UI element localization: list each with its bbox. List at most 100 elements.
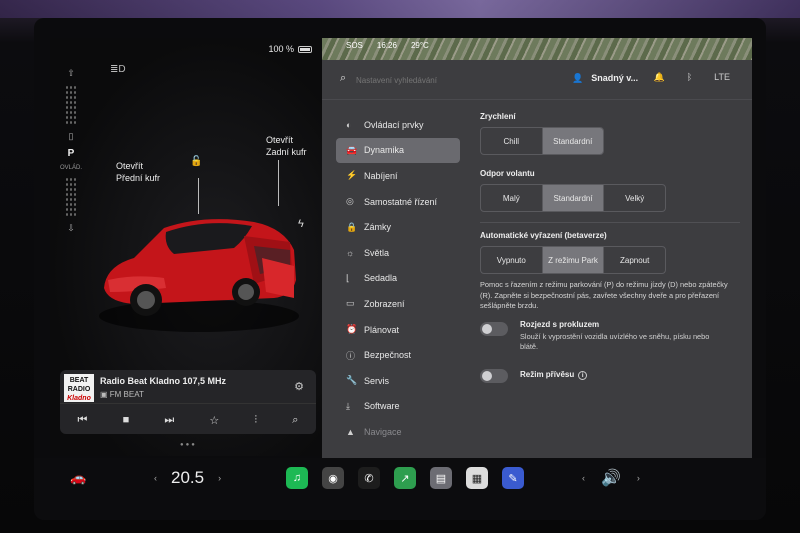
source-label: FM BEAT bbox=[109, 390, 144, 399]
menu-item-10[interactable]: 🔧 Servis bbox=[336, 368, 460, 394]
seat-icon: ⌊ bbox=[346, 272, 350, 283]
ambient-light bbox=[0, 0, 800, 18]
menu-item-label: Plánovat bbox=[364, 324, 400, 335]
temp-down-icon[interactable]: ‹ bbox=[154, 473, 157, 483]
station-logo: BEAT RADIO Kladno bbox=[64, 374, 94, 402]
menu-item-0[interactable]: ◐ Ovládací prvky bbox=[336, 112, 460, 138]
camera-app-icon[interactable]: ◉ bbox=[322, 467, 344, 489]
bluetooth-icon[interactable]: ᛒ bbox=[687, 72, 692, 83]
battery-icon bbox=[298, 45, 312, 53]
download-icon: ⤓ bbox=[346, 400, 350, 411]
media-info: BEAT RADIO Kladno Radio Beat Kladno 107,… bbox=[60, 370, 316, 404]
auto-park-option[interactable]: Z režimu Park bbox=[542, 247, 605, 273]
steering-option[interactable]: Malý bbox=[481, 185, 543, 211]
autopilot-app-icon[interactable]: ✎ bbox=[502, 467, 524, 489]
slip-start-toggle[interactable] bbox=[480, 321, 508, 336]
menu-item-label: Zámky bbox=[364, 222, 391, 233]
safety-icon: ⓘ bbox=[346, 350, 356, 361]
light-icon: ☼ bbox=[346, 247, 355, 258]
auto-park-title: Automatické vyřazení (betaverze) bbox=[480, 231, 607, 240]
menu-item-label: Samostatné řízení bbox=[364, 196, 438, 207]
menu-item-label: Software bbox=[364, 401, 400, 412]
volume-control: ‹ 🔊 › bbox=[582, 468, 640, 488]
lte-signal-icon: LTE bbox=[714, 72, 730, 82]
auto-park-option[interactable]: Vypnuto bbox=[481, 247, 543, 273]
gear-dots bbox=[65, 85, 77, 125]
open-rear-trunk[interactable]: Otevřít Zadní kufr bbox=[266, 134, 307, 158]
acceleration-option[interactable]: Standardní bbox=[542, 128, 603, 154]
menu-item-12[interactable]: ▲ Navigace bbox=[336, 419, 460, 445]
menu-item-8[interactable]: ⏰ Plánovat bbox=[336, 317, 460, 343]
gear-selector[interactable]: ⇧ ▯ P OVLÁD. ⇩ bbox=[60, 68, 82, 258]
settings-panel: SOS 16:26 29°C ⌕ 👤 Snadný v... 🔔 ᛒ LTE ◐ O… bbox=[322, 38, 752, 458]
settings-menu: ◐ Ovládací prvky 🚘 Dynamika ⚡ Nabíjení ◎ Samost… bbox=[336, 112, 460, 445]
menu-item-6[interactable]: ⌊ Sedadla bbox=[336, 266, 460, 292]
touchscreen: 100 % ≣D ⇧ ▯ P OVLÁD. ⇩ Otevřít Přední k… bbox=[34, 18, 766, 520]
stop-icon[interactable]: ■ bbox=[123, 414, 130, 426]
cabin-temperature[interactable]: 20.5 bbox=[171, 468, 204, 488]
settings-search-input[interactable] bbox=[356, 70, 566, 90]
menu-item-4[interactable]: 🔒 Zámky bbox=[336, 214, 460, 240]
station-source: ▣ FM BEAT bbox=[100, 390, 144, 399]
spotify-app-icon[interactable]: ♫ bbox=[286, 467, 308, 489]
toybox-app-icon[interactable]: ▦ bbox=[466, 467, 488, 489]
menu-item-5[interactable]: ☼ Světla bbox=[336, 240, 460, 266]
volume-up-icon[interactable]: › bbox=[637, 473, 640, 483]
media-player[interactable]: BEAT RADIO Kladno Radio Beat Kladno 107,… bbox=[60, 370, 316, 434]
logo-line1: BEAT bbox=[69, 377, 89, 384]
headlight-icon[interactable]: ≣D bbox=[110, 64, 126, 75]
equalizer-icon[interactable]: ⫶ bbox=[254, 414, 257, 427]
menu-item-1[interactable]: 🚘 Dynamika bbox=[336, 137, 460, 164]
steering-wheel-icon: ◎ bbox=[346, 196, 354, 207]
acceleration-option[interactable]: Chill bbox=[481, 128, 543, 154]
info-icon[interactable]: i bbox=[578, 370, 588, 380]
navigation-icon: ▲ bbox=[346, 426, 355, 437]
temp-up-icon[interactable]: › bbox=[218, 473, 221, 483]
menu-item-7[interactable]: ▭ Zobrazení bbox=[336, 291, 460, 317]
gear-sub: OVLÁD. bbox=[60, 165, 83, 171]
trailer-mode-title: Režim přívěsu bbox=[520, 369, 575, 379]
steering-option[interactable]: Velký bbox=[604, 185, 665, 211]
display-icon: ▭ bbox=[346, 298, 355, 309]
dynamics-settings: Zrychlení Chill Standardní Odpor volantu … bbox=[480, 112, 740, 383]
climate-control: ‹ 20.5 › bbox=[154, 468, 221, 488]
menu-item-label: Sedadla bbox=[364, 273, 398, 284]
gear-dots-lower bbox=[65, 177, 77, 217]
auto-park-option[interactable]: Zapnout bbox=[604, 247, 665, 273]
slip-start-description: Slouží k vyprostění vozidla uvízlého ve … bbox=[520, 331, 710, 352]
phone-app-icon[interactable]: ✆ bbox=[358, 467, 380, 489]
speaker-icon[interactable]: 🔊 bbox=[601, 468, 621, 488]
trailer-mode-toggle[interactable] bbox=[480, 368, 508, 383]
acceleration-selector: Chill Standardní bbox=[480, 127, 604, 155]
menu-item-11[interactable]: ⤓ Software bbox=[336, 394, 460, 420]
bell-icon[interactable]: 🔔 bbox=[654, 72, 665, 83]
search-media-icon[interactable]: ⌕ bbox=[292, 414, 298, 427]
wrench-icon: 🔧 bbox=[346, 375, 358, 386]
favorite-icon[interactable]: ☆ bbox=[209, 414, 219, 427]
station-name: Radio Beat Kladno 107,5 MHz bbox=[100, 376, 227, 386]
car-icon[interactable]: 🚗 bbox=[70, 470, 86, 486]
unlock-icon[interactable]: 🔓 bbox=[190, 156, 202, 167]
steering-option[interactable]: Standardní bbox=[542, 185, 605, 211]
radio-settings-icon[interactable]: ⚙ bbox=[294, 380, 304, 393]
volume-down-icon[interactable]: ‹ bbox=[582, 473, 585, 483]
page-indicator: ●●● bbox=[180, 442, 197, 448]
front-trunk-line2: Přední kufr bbox=[116, 173, 161, 183]
logo-line2: RADIO bbox=[67, 386, 91, 393]
auto-park-description: Pomoc s řazením z režimu parkování (P) d… bbox=[480, 280, 728, 310]
menu-item-2[interactable]: ⚡ Nabíjení bbox=[336, 163, 460, 189]
car-icon: 🚘 bbox=[346, 144, 358, 155]
menu-item-9[interactable]: ⓘ Bezpečnost bbox=[336, 342, 460, 368]
menu-item-label: Bezpečnost bbox=[364, 350, 412, 361]
menu-item-3[interactable]: ◎ Samostatné řízení bbox=[336, 189, 460, 215]
open-front-trunk[interactable]: Otevřít Přední kufr bbox=[116, 160, 160, 184]
steering-selector: Malý Standardní Velký bbox=[480, 184, 666, 212]
map-strip[interactable]: SOS 16:26 29°C bbox=[322, 38, 752, 60]
next-icon[interactable]: ⏭ bbox=[164, 414, 174, 427]
glovebox-app-icon[interactable]: ▤ bbox=[430, 467, 452, 489]
car-render bbox=[99, 219, 299, 332]
energy-app-icon[interactable]: ↗ bbox=[394, 467, 416, 489]
auto-park-selector: Vypnuto Z režimu Park Zapnout bbox=[480, 246, 666, 274]
driver-profile[interactable]: 👤 Snadný v... bbox=[572, 73, 638, 84]
previous-icon[interactable]: ⏮ bbox=[78, 414, 88, 427]
